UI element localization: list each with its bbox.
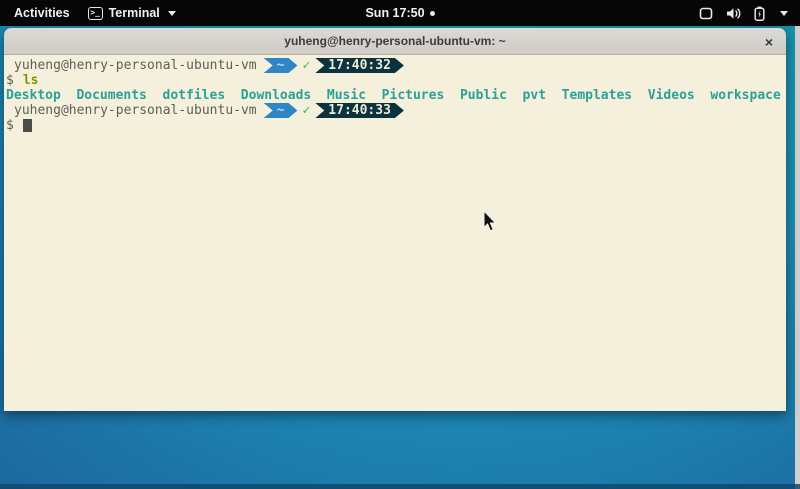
screen-icon [699,7,713,20]
prompt-line: yuheng@henry-personal-ubuntu-vm ~ ✓ 17:4… [6,58,784,73]
terminal-app-icon: >_ [88,7,103,20]
directory-entry: Pictures [382,88,445,103]
chevron-down-icon [168,11,176,16]
directory-entry: Desktop [6,88,61,103]
ls-output-line: Desktop Documents dotfiles Downloads Music Pi… [6,88,784,103]
screen-edge-strip [795,26,800,489]
notification-dot-icon [430,11,435,16]
prompt-cwd-segment: ~ [264,103,298,118]
prompt-symbol: $ [6,73,14,88]
input-line: $ [6,118,784,133]
directory-entry: Videos [648,88,695,103]
close-button[interactable]: × [758,28,780,55]
terminal-window: yuheng@henry-personal-ubuntu-vm: ~ × yuh… [4,28,786,411]
directory-entry: Public [460,88,507,103]
typed-command: ls [23,73,39,88]
chevron-down-icon[interactable] [780,11,788,16]
window-titlebar[interactable]: yuheng@henry-personal-ubuntu-vm: ~ × [4,28,786,55]
directory-entry: pvt [523,88,546,103]
volume-icon [726,7,741,20]
prompt-user-host: yuheng@henry-personal-ubuntu-vm [14,58,257,73]
top-bar: Activities >_ Terminal Sun 17:50 [0,0,800,26]
text-cursor [23,119,32,132]
directory-entry: Downloads [241,88,311,103]
prompt-cwd-segment: ~ [264,58,298,73]
screen-edge-strip [0,484,800,489]
battery-charging-icon [754,6,765,21]
directory-entry: Music [327,88,366,103]
command-line: $ ls [6,73,784,88]
directory-entry: Templates [562,88,632,103]
prompt-status-check-icon: ✓ [302,103,310,118]
prompt-time-segment: 17:40:33 [315,103,404,118]
desktop: Activities >_ Terminal Sun 17:50 [0,0,800,489]
directory-entry: Documents [76,88,146,103]
clock-label: Sun 17:50 [365,6,424,20]
app-menu-label: Terminal [109,6,160,20]
directory-entry: dotfiles [163,88,226,103]
prompt-symbol: $ [6,118,14,133]
prompt-line: yuheng@henry-personal-ubuntu-vm ~ ✓ 17:4… [6,103,784,118]
directory-entry: workspace [710,88,780,103]
window-title: yuheng@henry-personal-ubuntu-vm: ~ [284,34,505,48]
system-status-area[interactable] [699,6,800,21]
terminal-body[interactable]: yuheng@henry-personal-ubuntu-vm ~ ✓ 17:4… [4,55,786,411]
prompt-user-host: yuheng@henry-personal-ubuntu-vm [14,103,257,118]
app-menu-terminal[interactable]: >_ Terminal [88,6,176,20]
activities-button[interactable]: Activities [10,4,74,22]
prompt-time-segment: 17:40:32 [315,58,404,73]
clock-button[interactable]: Sun 17:50 [365,6,434,20]
prompt-status-check-icon: ✓ [302,58,310,73]
